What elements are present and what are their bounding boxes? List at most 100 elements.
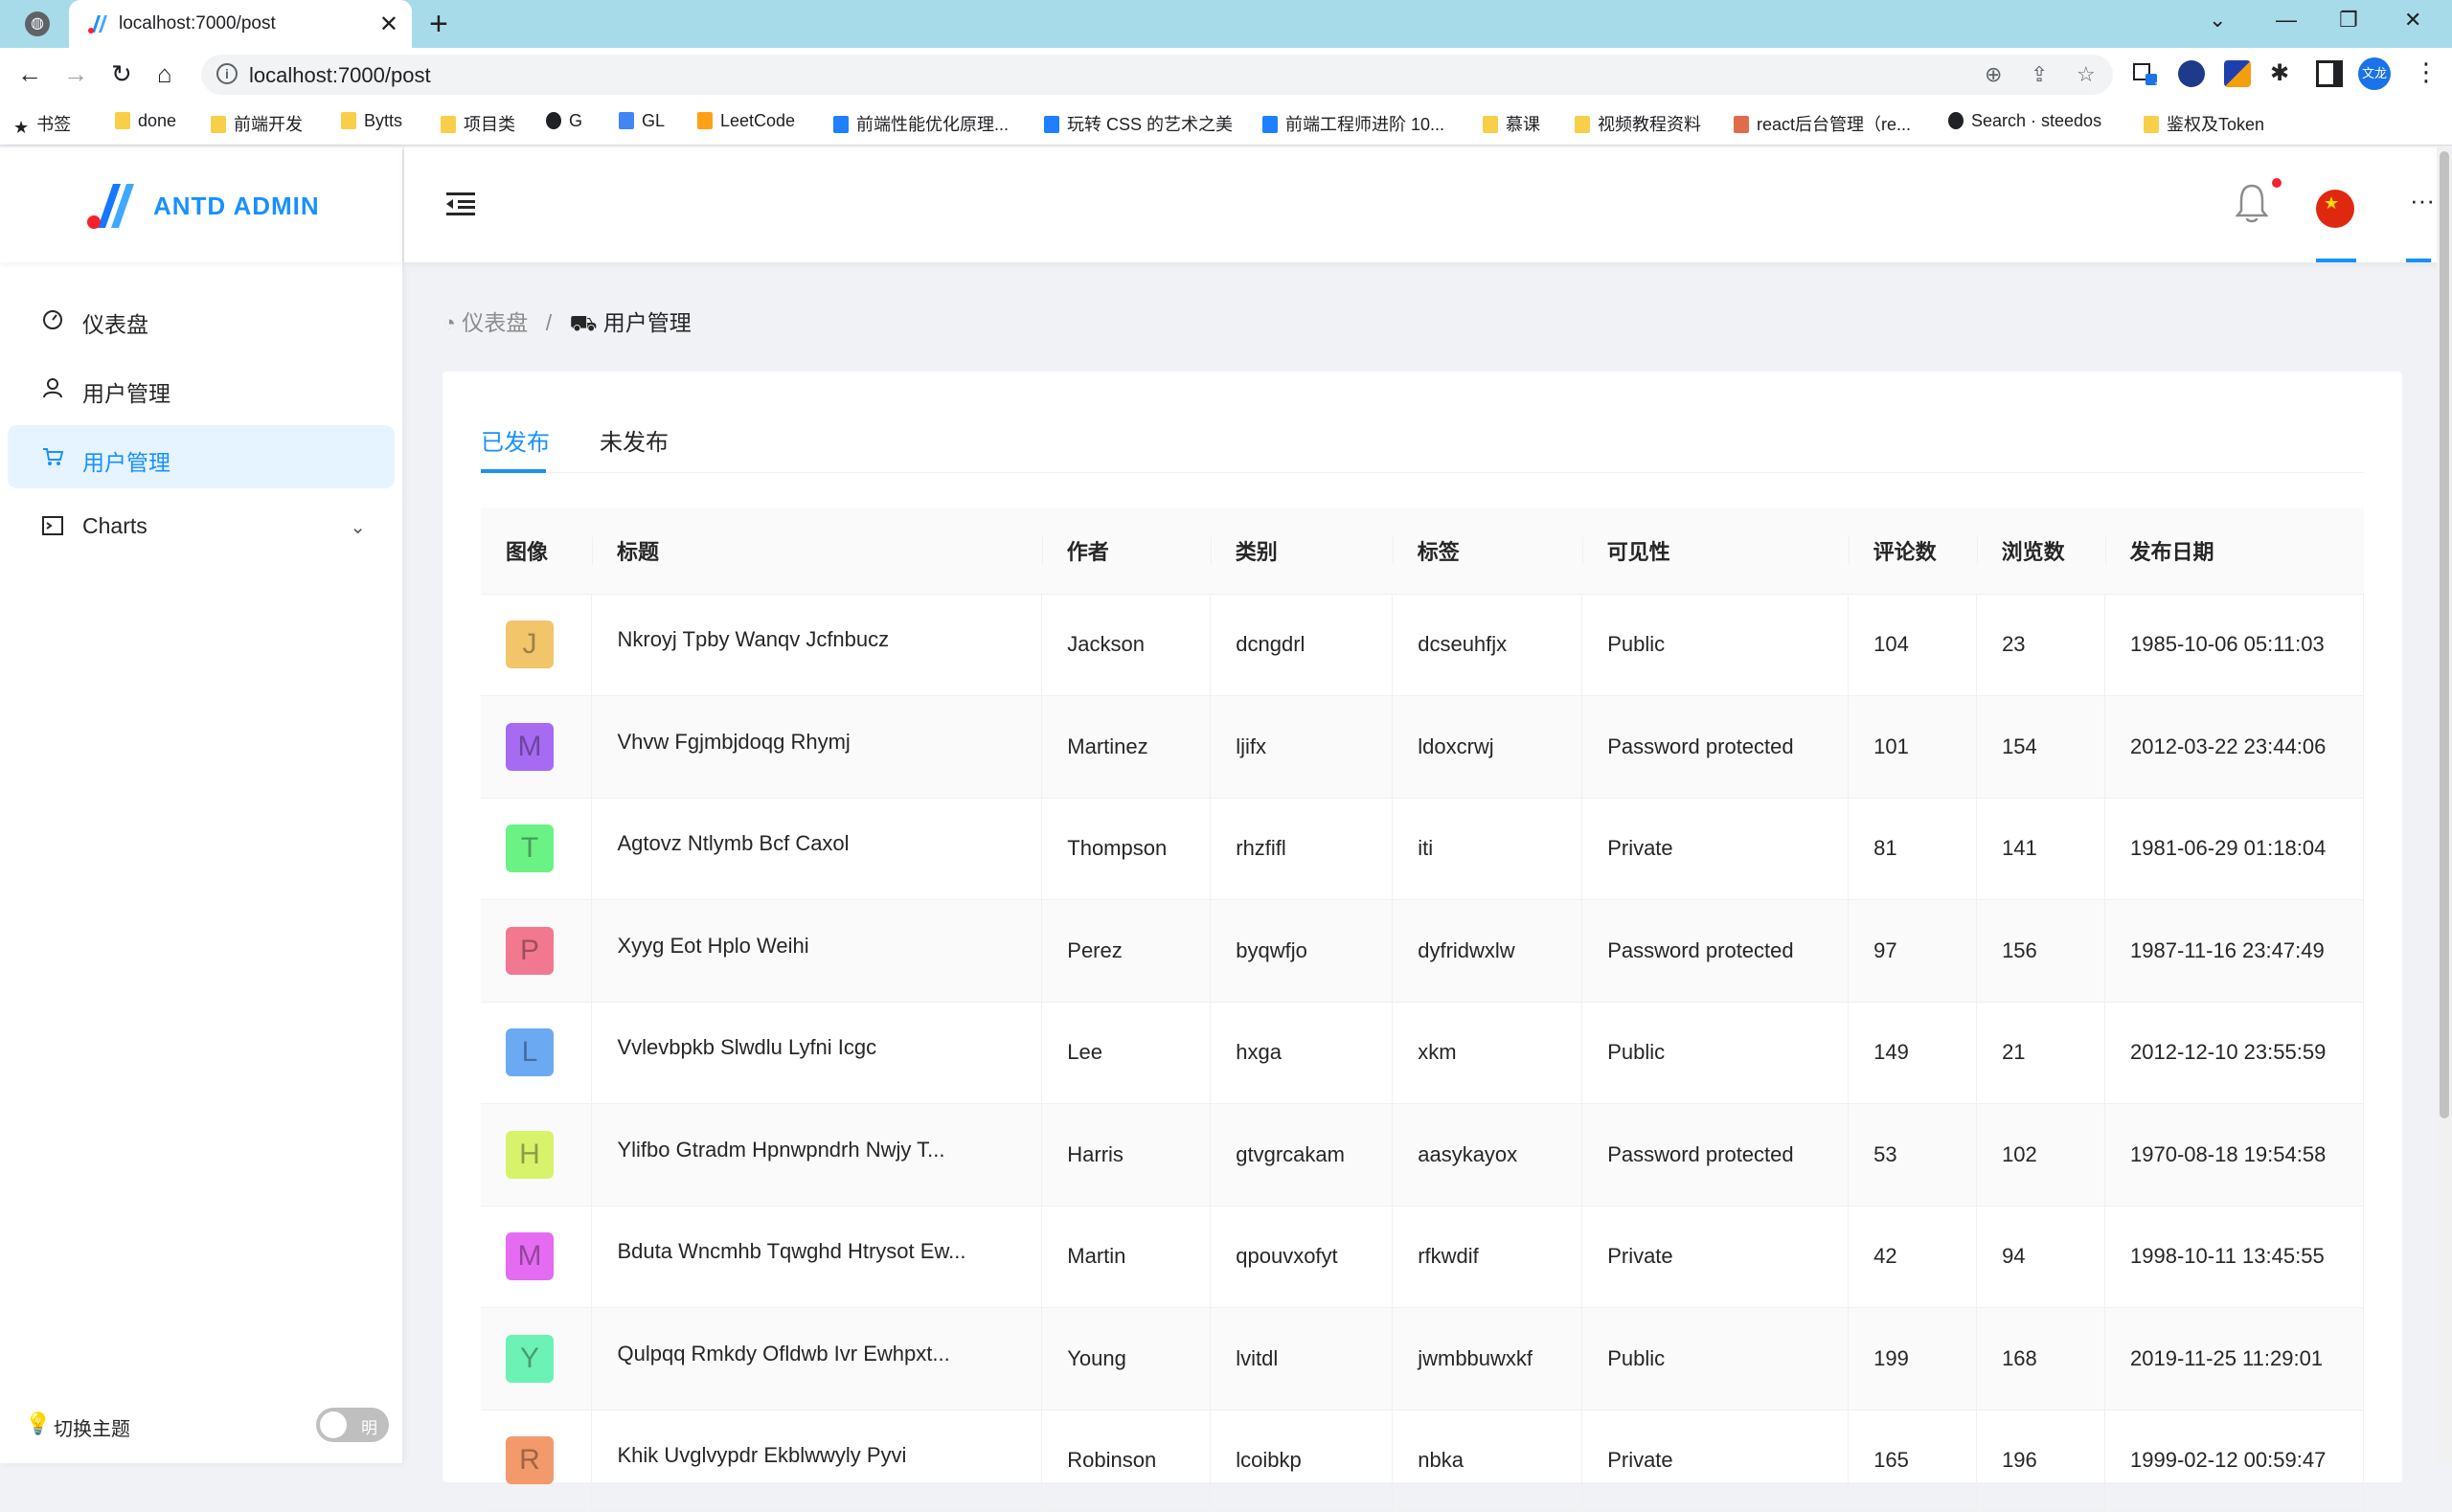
profile-avatar[interactable]: 文龙 <box>2358 57 2391 90</box>
column-header[interactable]: 类别 <box>1210 508 1393 595</box>
new-tab-icon[interactable]: + <box>429 6 448 43</box>
home-icon[interactable]: ⌂ <box>157 59 172 89</box>
browser-tab[interactable]: localhost:7000/post ✕ <box>69 0 412 48</box>
bookmark-item[interactable]: 鉴权及Token <box>2144 111 2264 136</box>
bookmark-item[interactable]: 慕课 <box>1483 111 1540 136</box>
sidebar-item-0[interactable]: 仪表盘 <box>8 287 395 350</box>
avatar[interactable]: R <box>506 1436 554 1485</box>
check-extension-icon[interactable] <box>2178 60 2205 87</box>
sidebar-item-3[interactable]: Charts ⌄ <box>8 494 395 557</box>
globe-icon[interactable]: ◍ <box>25 11 50 36</box>
column-header[interactable]: 作者 <box>1041 508 1211 595</box>
avatar[interactable]: J <box>506 621 554 669</box>
scrollbar-thumb[interactable] <box>2440 151 2449 1118</box>
bookmark-item[interactable]: react后台管理（re... <box>1734 111 1911 136</box>
antd-favicon-icon <box>88 15 107 34</box>
page-scrollbar[interactable] <box>2437 147 2452 1463</box>
tab-published[interactable]: 已发布 <box>481 423 550 457</box>
cell-title[interactable]: Nkroyj Tpby Wanqv Jcfnbucz <box>591 594 1043 696</box>
cell-title[interactable]: Vhvw Fgjmbjdoqg Rhymj <box>591 695 1043 799</box>
bookmark-item[interactable]: 前端开发 <box>211 111 303 136</box>
cell-title[interactable]: Xyyg Eot Hplo Weihi <box>591 899 1043 1003</box>
cell-category: hxga <box>1210 1002 1394 1104</box>
bookmark-item[interactable]: 前端性能优化原理... <box>833 111 1009 136</box>
table-row[interactable]: P Xyyg Eot Hplo Weihi Perez byqwfjo dyfridwx… <box>481 899 2364 1003</box>
bookmark-item[interactable]: 前端工程师进阶 10... <box>1262 111 1444 136</box>
site-info-icon[interactable]: i <box>216 63 238 84</box>
theme-toggle[interactable]: 明 <box>316 1408 389 1442</box>
bookmark-item[interactable]: G <box>546 111 582 131</box>
cell-category: dcngdrl <box>1210 594 1394 696</box>
antd-logo-icon[interactable] <box>84 182 142 230</box>
cell-tags: dyfridwxlw <box>1392 899 1583 1003</box>
chevron-down-icon[interactable]: ⌄ <box>350 515 366 539</box>
more-icon[interactable]: ··· <box>2410 186 2435 215</box>
column-header[interactable]: 标题 <box>591 508 1042 595</box>
sidebar-item-1[interactable]: 用户管理 <box>8 356 395 419</box>
bookmark-item[interactable]: 视频教程资料 <box>1575 111 1701 136</box>
table-row[interactable]: L Vvlevbpkb Slwdlu Lyfni Icgc Lee hxga xkm Pu… <box>481 1002 2364 1104</box>
bookmark-label: 书签 <box>36 115 72 134</box>
share-icon[interactable]: ⇪ <box>2031 62 2048 87</box>
bookmark-item[interactable]: Search · steedos <box>1948 111 2101 131</box>
zoom-icon[interactable]: ⊕ <box>1985 62 2002 87</box>
juejin-icon <box>1044 116 1059 133</box>
cell-title[interactable]: Agtovz Ntlymb Bcf Caxol <box>591 798 1043 900</box>
logo-text[interactable]: ANTD ADMIN <box>153 192 320 221</box>
table-row[interactable]: Y Qulpqq Rmkdy Ofldwb Ivr Ewhpxt... Young l… <box>481 1307 2364 1410</box>
cell-title[interactable]: Ylifbo Gtradm Hpnwpndrh Nwjy T... <box>591 1103 1043 1207</box>
reload-icon[interactable]: ↻ <box>111 59 132 89</box>
bookmark-item[interactable]: GL <box>619 111 665 131</box>
minimize-icon[interactable]: — <box>2276 8 2297 33</box>
bell-icon[interactable] <box>2236 182 2268 224</box>
table-row[interactable]: M Vhvw Fgjmbjdoqg Rhymj Martinez ljifx ldoxc… <box>481 695 2364 799</box>
close-tab-icon[interactable]: ✕ <box>379 11 398 38</box>
bookmark-item[interactable]: LeetCode <box>697 111 795 131</box>
column-header[interactable]: 图像 <box>481 508 592 595</box>
cell-title[interactable]: Bduta Wncmhb Tqwghd Htrysot Ew... <box>591 1206 1043 1308</box>
color-extension-icon[interactable] <box>2224 60 2251 87</box>
table-row[interactable]: M Bduta Wncmhb Tqwghd Htrysot Ew... Martin… <box>481 1206 2364 1308</box>
tab-unpublished[interactable]: 未发布 <box>600 423 669 457</box>
table-row[interactable]: H Ylifbo Gtradm Hpnwpndrh Nwjy T... Harris… <box>481 1103 2364 1207</box>
table-row[interactable]: J Nkroyj Tpby Wanqv Jcfnbucz Jackson dcngdr… <box>481 594 2364 696</box>
avatar[interactable]: L <box>506 1028 554 1077</box>
avatar[interactable]: P <box>506 926 554 975</box>
address-bar[interactable]: i localhost:7000/post ⊕ ⇪ ☆ <box>201 55 2113 95</box>
bookmark-item[interactable]: 项目类 <box>441 111 515 136</box>
bookmark-item[interactable]: done <box>115 111 176 131</box>
side-panel-icon[interactable] <box>2316 60 2343 87</box>
browser-menu-icon[interactable]: ⋮ <box>2414 57 2439 87</box>
bookmark-star-icon[interactable]: ☆ <box>2077 62 2096 87</box>
cell-title[interactable]: Khik Uvglvypdr Ekblwwyly Pyvi <box>591 1410 1043 1512</box>
extensions-puzzle-icon[interactable]: ✱ <box>2270 60 2297 87</box>
column-header[interactable]: 浏览数 <box>1976 508 2105 595</box>
avatar[interactable]: Y <box>506 1334 554 1383</box>
avatar[interactable]: H <box>506 1130 554 1179</box>
table-row[interactable]: R Khik Uvglvypdr Ekblwwyly Pyvi Robinson lc… <box>481 1410 2364 1512</box>
avatar[interactable]: M <box>506 722 554 771</box>
url-text[interactable]: localhost:7000/post <box>249 63 431 88</box>
cell-title[interactable]: Vvlevbpkb Slwdlu Lyfni Icgc <box>591 1002 1043 1104</box>
forward-icon[interactable]: → <box>63 59 88 89</box>
tab-search-icon[interactable]: ⌄ <box>2209 8 2226 33</box>
bookmark-item[interactable]: Bytts <box>341 111 402 131</box>
bookmark-item[interactable]: 玩转 CSS 的艺术之美 <box>1044 111 1233 136</box>
window-close-icon[interactable]: ✕ <box>2404 8 2421 33</box>
breadcrumb-home[interactable]: 仪表盘 <box>462 310 528 335</box>
column-header[interactable]: 标签 <box>1392 508 1582 595</box>
avatar[interactable]: T <box>506 824 554 873</box>
column-header[interactable]: 发布日期 <box>2104 508 2364 595</box>
avatar[interactable]: M <box>506 1232 554 1281</box>
column-header[interactable]: 可见性 <box>1581 508 1849 595</box>
cell-visibility: Public <box>1581 594 1850 696</box>
cell-title[interactable]: Qulpqq Rmkdy Ofldwb Ivr Ewhpxt... <box>591 1307 1043 1410</box>
china-flag-icon[interactable]: ★ <box>2316 190 2354 228</box>
bookmark-item[interactable]: ★ 书签 <box>13 111 72 137</box>
restore-icon[interactable]: ❐ <box>2339 8 2358 33</box>
menu-fold-icon[interactable] <box>446 192 475 216</box>
column-header[interactable]: 评论数 <box>1848 508 1977 595</box>
back-icon[interactable]: ← <box>17 59 42 89</box>
sidebar-item-2[interactable]: 用户管理 <box>8 425 395 488</box>
table-row[interactable]: T Agtovz Ntlymb Bcf Caxol Thompson rhzfifl i… <box>481 798 2364 900</box>
